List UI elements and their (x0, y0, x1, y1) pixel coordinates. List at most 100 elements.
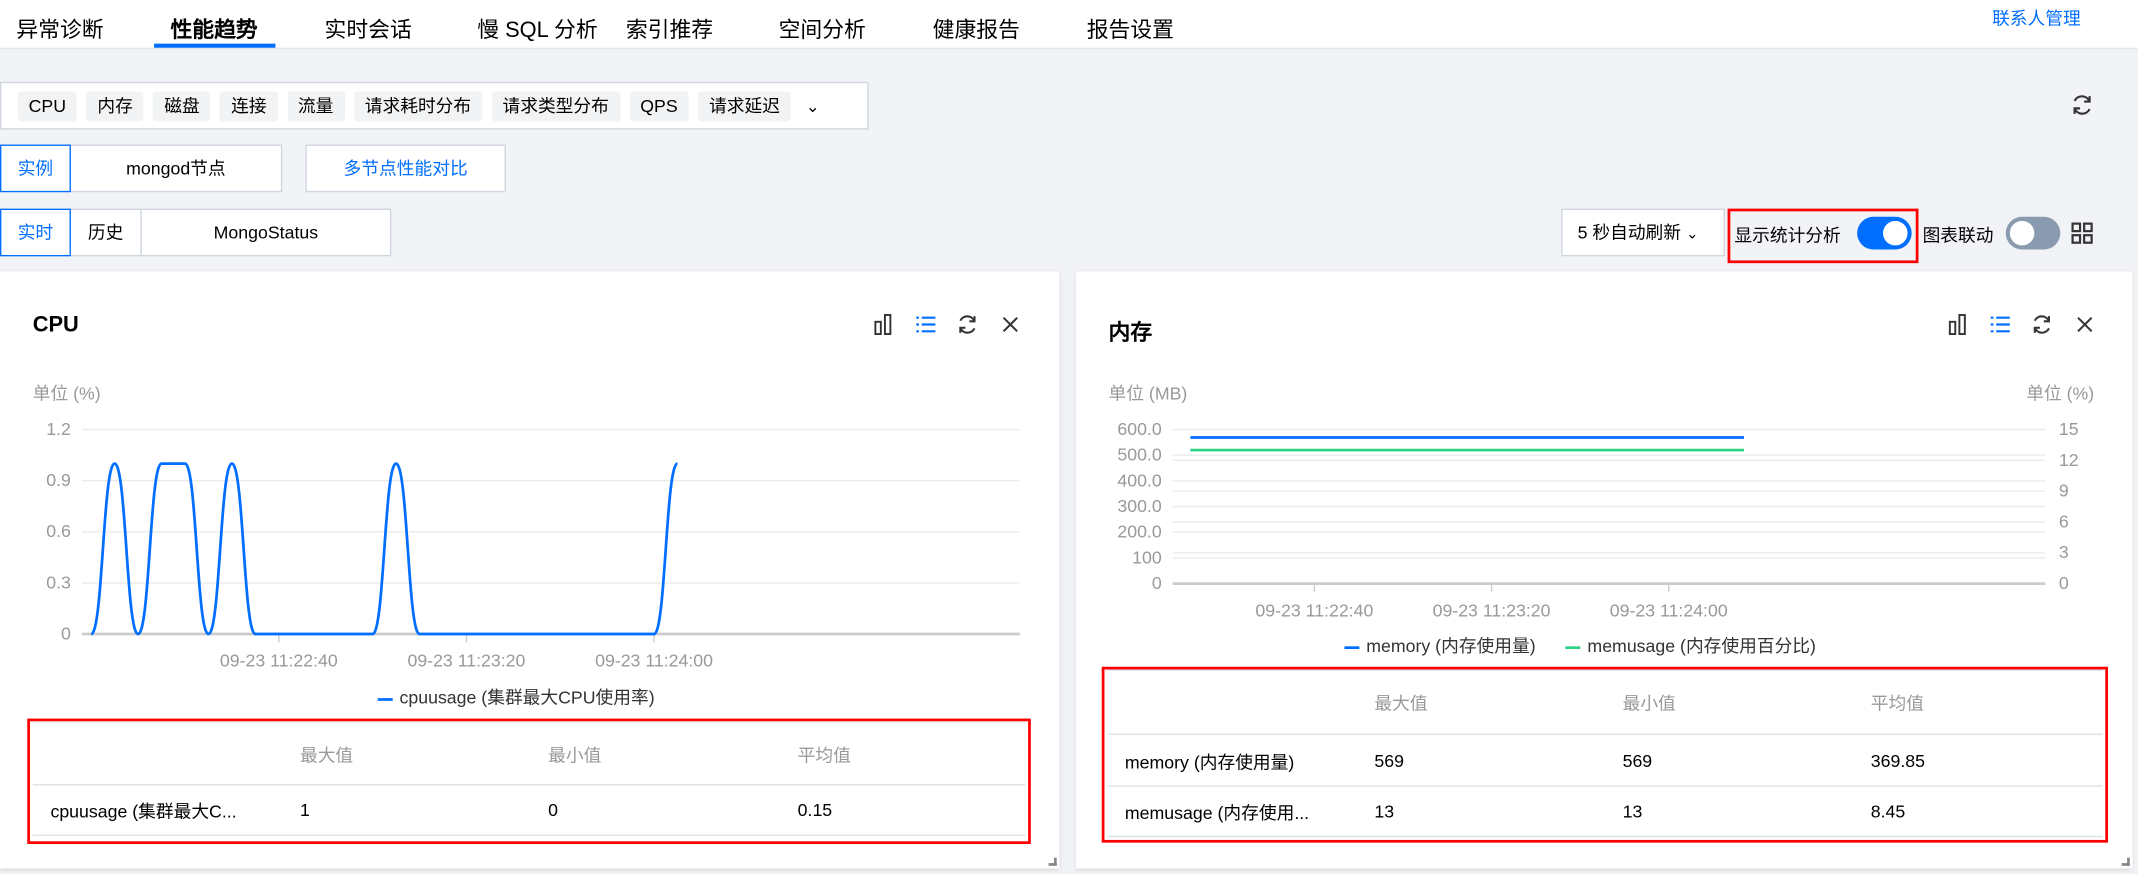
max-value: 1 (299, 799, 310, 821)
segment-mongod-node[interactable]: mongod节点 (69, 144, 283, 193)
segment-realtime[interactable]: 实时 (0, 208, 71, 257)
header-min: 最小值 (548, 744, 602, 765)
metric-tag-disk[interactable]: 磁盘 (153, 90, 211, 121)
tab-anomaly-diagnosis[interactable]: 异常诊断 (16, 11, 103, 44)
metric-tag-bar: CPU 内存 磁盘 连接 流量 请求耗时分布 请求类型分布 QPS 请求延迟 ⌄ (0, 81, 869, 130)
series-line-cpuusage (89, 462, 679, 636)
cpu-line-chart: 0 0.3 0.6 0.9 1.2 09-23 11:22:40 09-23 11:23:2… (46, 419, 1020, 671)
tab-realtime-session[interactable]: 实时会话 (325, 11, 412, 44)
legend-swatch (1344, 645, 1360, 649)
y2-tick-label: 3 (2059, 542, 2069, 562)
legend-label: memusage (内存使用百分比) (1587, 635, 1816, 656)
max-value: 569 (1374, 749, 1405, 771)
series-name: cpuusage (集群最大C... (50, 801, 237, 822)
memory-line-chart: 0 100 200.0 300.0 400.0 500.0 600.0 0 3 6 9 12 15 09-… (1117, 419, 2079, 620)
table-row: memory (内存使用量) 569 569 369.85 (1107, 735, 2103, 787)
tab-index-recommend[interactable]: 索引推荐 (626, 11, 713, 44)
table-header: 最大值 最小值 平均值 (1107, 669, 2103, 735)
show-stats-label: 显示统计分析 (1734, 224, 1841, 246)
legend-item-cpuusage[interactable]: cpuusage (集群最大CPU使用率) (377, 683, 655, 709)
series-name: memusage (内存使用... (1124, 802, 1310, 823)
grid-layout-icon[interactable] (2071, 222, 2093, 244)
metric-tag-request-type[interactable]: 请求类型分布 (491, 90, 620, 121)
active-tab-indicator (154, 43, 276, 48)
y-tick-label: 0.3 (46, 572, 71, 592)
chevron-down-icon[interactable]: ⌄ (806, 96, 820, 115)
x-tick-label: 09-23 11:24:00 (595, 651, 713, 671)
y2-tick-label: 0 (2059, 573, 2069, 593)
y2-tick-label: 15 (2059, 419, 2079, 439)
legend-swatch (1565, 645, 1581, 649)
tab-performance-trend[interactable]: 性能趋势 (170, 11, 257, 44)
header-avg: 平均值 (797, 744, 851, 765)
chart-legend: cpuusage (集群最大CPU使用率) (377, 683, 655, 709)
legend-swatch (377, 697, 393, 701)
resize-handle[interactable] (1048, 857, 1057, 866)
y-tick-label: 1.2 (46, 419, 71, 439)
chevron-down-icon: ⌄ (1685, 226, 1699, 243)
y2-tick-label: 12 (2059, 450, 2079, 470)
avg-value: 8.45 (1870, 801, 1906, 822)
table-row: cpuusage (集群最大C... 1 0 0.15 (32, 785, 1026, 836)
y-tick-label: 300.0 (1117, 496, 1161, 516)
page: 异常诊断 性能趋势 实时会话 慢 SQL 分析 索引推荐 空间分析 健康报告 报… (0, 0, 2138, 874)
y-tick-label: 100 (1132, 547, 1162, 567)
y-tick-label: 0.9 (46, 470, 71, 490)
metric-tag-latency-dist[interactable]: 请求耗时分布 (353, 90, 483, 121)
segment-history[interactable]: 历史 (69, 208, 142, 257)
metric-tag-memory[interactable]: 内存 (86, 90, 144, 121)
y-tick-label: 600.0 (1117, 419, 1161, 439)
table-row: memusage (内存使用... 13 13 8.45 (1107, 787, 2103, 838)
legend-item-memory[interactable]: memory (内存使用量) (1344, 631, 1536, 657)
max-value: 13 (1374, 801, 1395, 822)
memory-stats-table: 最大值 最小值 平均值 memory (内存使用量) 569 569 369.8… (1104, 669, 2105, 839)
metric-tag-qps[interactable]: QPS (629, 90, 689, 121)
tab-slow-sql[interactable]: 慢 SQL 分析 (477, 11, 597, 44)
legend-label: memory (内存使用量) (1366, 635, 1536, 656)
header-max: 最大值 (1374, 693, 1428, 714)
y2-tick-label: 9 (2059, 481, 2069, 501)
table-header: 最大值 最小值 平均值 (32, 721, 1026, 786)
tab-report-settings[interactable]: 报告设置 (1087, 11, 1174, 44)
resize-handle[interactable] (2121, 857, 2130, 866)
multi-node-compare-button[interactable]: 多节点性能对比 (305, 144, 506, 193)
avg-value: 369.85 (1870, 749, 1925, 771)
y2-tick-label: 6 (2059, 511, 2069, 531)
memory-chart-panel: 内存 单位 (MB) 单位 (%) 0 100 200.0 300.0 400.0 500… (1075, 271, 2133, 869)
tab-health-report[interactable]: 健康报告 (933, 11, 1020, 44)
legend-item-memusage[interactable]: memusage (内存使用百分比) (1565, 631, 1816, 657)
header-min: 最小值 (1622, 693, 1676, 714)
y-tick-label: 0 (61, 623, 71, 643)
x-tick-label: 09-23 11:24:00 (1610, 600, 1728, 620)
legend-label: cpuusage (集群最大CPU使用率) (399, 687, 655, 708)
segment-mongostatus[interactable]: MongoStatus (140, 208, 392, 257)
tab-space-analysis[interactable]: 空间分析 (779, 11, 866, 44)
x-tick-label: 09-23 11:22:40 (220, 651, 338, 671)
metric-tag-request-delay[interactable]: 请求延迟 (698, 90, 791, 121)
cpu-chart-panel: CPU 单位 (%) 0 0.3 0.6 0.9 1.2 09-23 11:22:40 09… (0, 271, 1060, 869)
header-avg: 平均值 (1870, 693, 1924, 714)
y-tick-label: 0 (1152, 573, 1162, 593)
auto-refresh-select[interactable]: 5 秒自动刷新 ⌄ (1561, 208, 1725, 257)
x-tick-label: 09-23 11:22:40 (1255, 600, 1373, 620)
metric-tag-traffic[interactable]: 流量 (287, 90, 345, 121)
cpu-stats-table: 最大值 最小值 平均值 cpuusage (集群最大C... 1 0 0.15 (30, 721, 1028, 841)
refresh-all-icon[interactable] (2070, 93, 2095, 118)
y-tick-label: 0.6 (46, 521, 71, 541)
link-charts-toggle[interactable] (2005, 216, 2061, 250)
y-tick-label: 200.0 (1117, 522, 1161, 542)
chart-legend: memory (内存使用量) memusage (内存使用百分比) (1344, 631, 1816, 657)
segment-instance[interactable]: 实例 (0, 144, 71, 193)
y-tick-label: 400.0 (1117, 470, 1161, 490)
series-name: memory (内存使用量) (1124, 751, 1295, 772)
min-value: 569 (1622, 749, 1653, 771)
min-value: 13 (1622, 801, 1643, 822)
avg-value: 0.15 (797, 799, 833, 821)
show-stats-toggle[interactable] (1857, 216, 1912, 250)
auto-refresh-value: 5 秒自动刷新 (1577, 222, 1682, 243)
metric-tag-cpu[interactable]: CPU (17, 90, 77, 121)
metric-tag-connection[interactable]: 连接 (220, 90, 278, 121)
contact-management-link[interactable]: 联系人管理 (1992, 4, 2081, 30)
header-max: 最大值 (299, 744, 354, 765)
x-tick-label: 09-23 11:23:20 (407, 651, 525, 671)
